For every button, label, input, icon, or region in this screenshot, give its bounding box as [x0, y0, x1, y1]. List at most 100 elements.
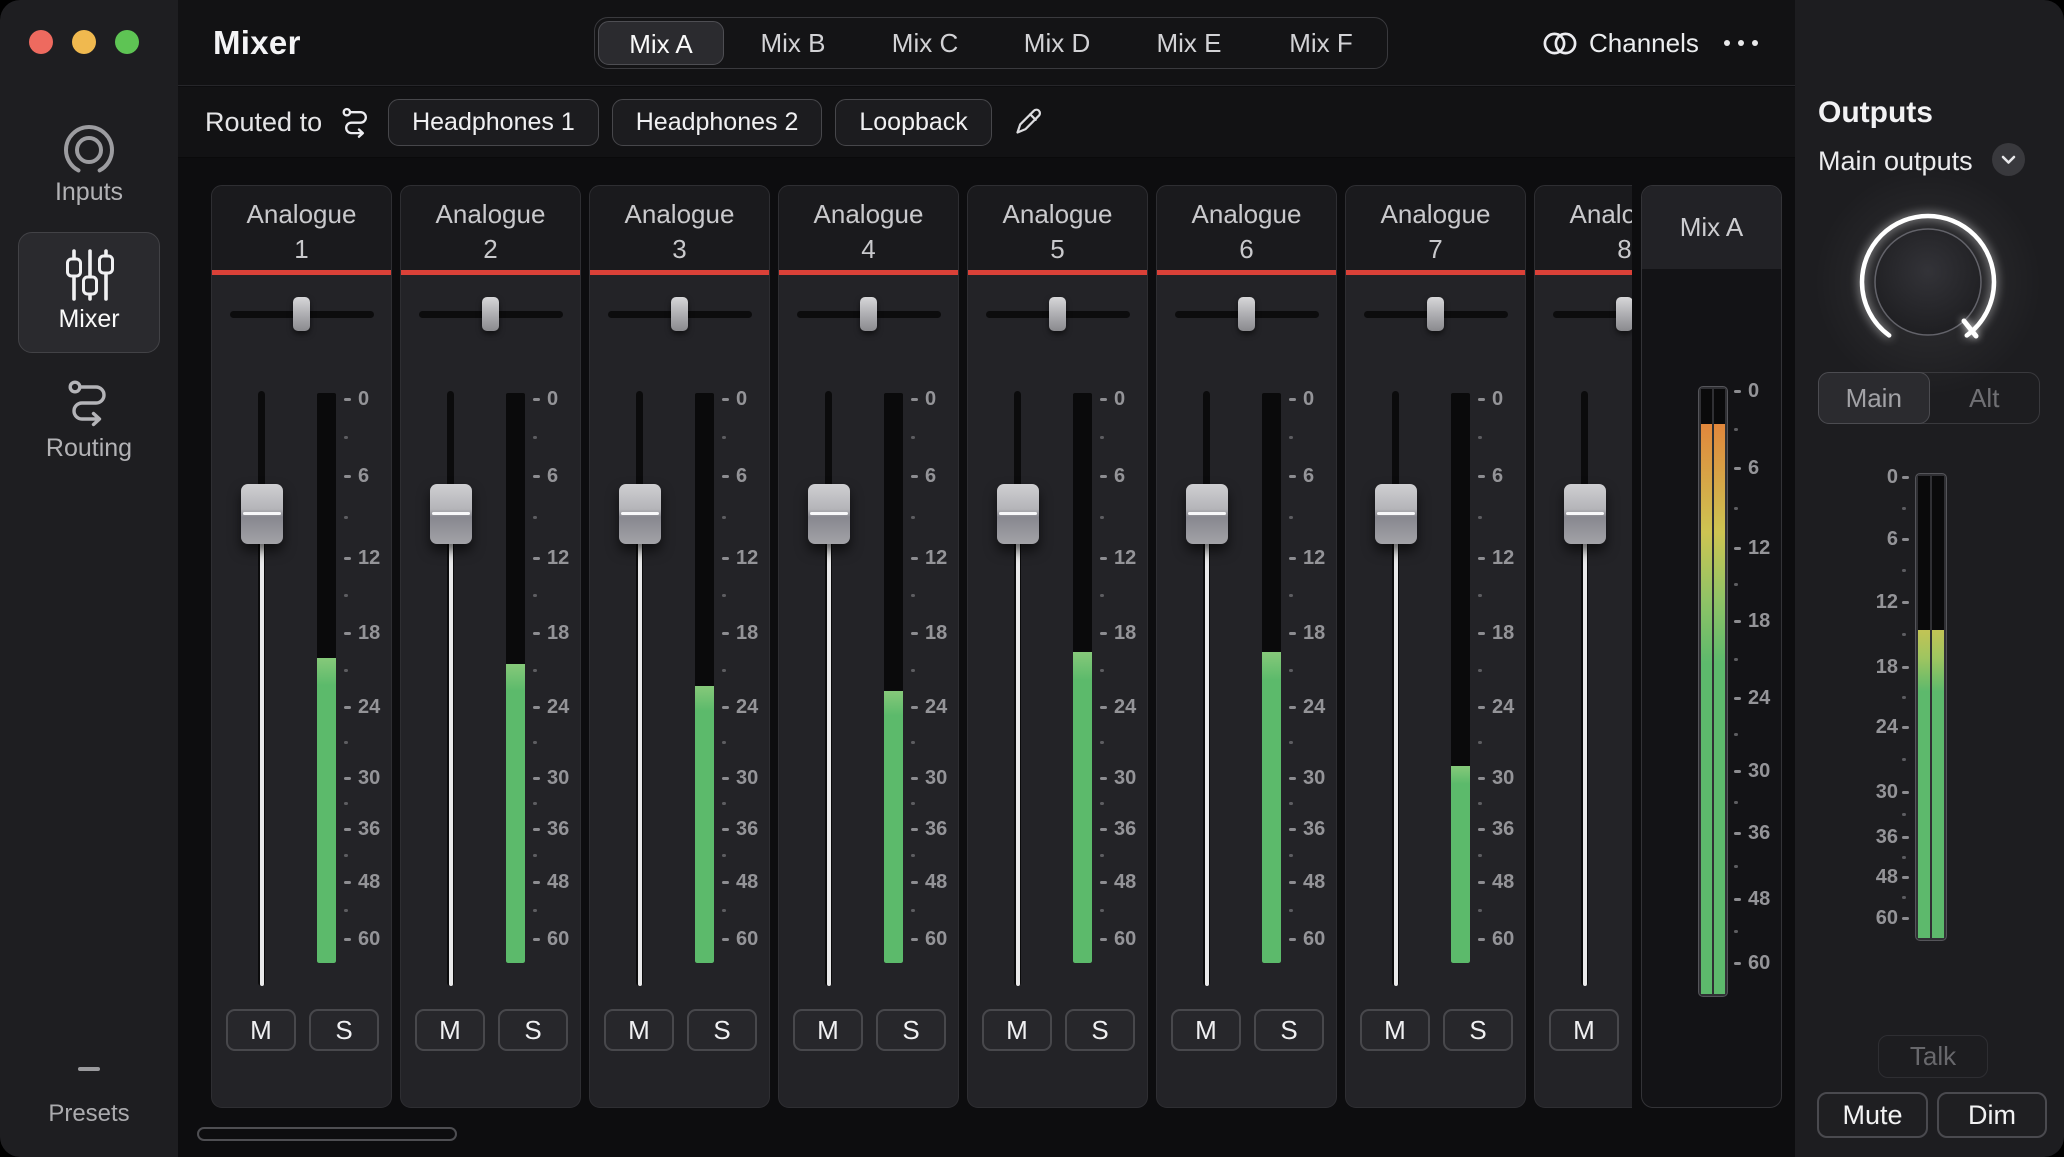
talk-button[interactable]: Talk: [1878, 1035, 1988, 1078]
meter-tick: [1289, 828, 1296, 831]
meter-tick: [1902, 666, 1909, 669]
more-menu-icon[interactable]: [1724, 40, 1758, 46]
pan-slider-thumb[interactable]: [1427, 297, 1444, 331]
fader-thumb[interactable]: [241, 484, 283, 544]
solo-button[interactable]: S: [1443, 1009, 1513, 1051]
channel-color-indicator: [1535, 270, 1632, 275]
meter-tick-label: 36: [1303, 818, 1325, 840]
meter-tick-label: 18: [736, 622, 758, 644]
meter-minor-tick: [1734, 658, 1738, 661]
fader-thumb[interactable]: [1564, 484, 1606, 544]
meter-tick-label: 30: [925, 767, 947, 789]
mute-button[interactable]: M: [1549, 1009, 1619, 1051]
meter-minor-tick: [1734, 865, 1738, 868]
horizontal-scrollbar[interactable]: [197, 1127, 457, 1141]
meter-tick: [1902, 836, 1909, 839]
tab-mix-c[interactable]: Mix C: [859, 18, 991, 68]
sidebar-item-routing[interactable]: Routing: [0, 434, 178, 463]
alt-output-button[interactable]: Alt: [1930, 373, 2040, 423]
tab-mix-f[interactable]: Mix F: [1255, 18, 1387, 68]
meter-minor-tick: [1478, 909, 1482, 912]
channels-toggle[interactable]: Channels: [1542, 0, 1699, 86]
meter-tick-label: 48: [1748, 888, 1770, 910]
channel-color-indicator: [1346, 270, 1525, 275]
channel-strip-1: Analogue 1 0612182430364860 M S: [211, 185, 392, 1108]
edit-routing-button[interactable]: [1014, 108, 1042, 136]
mute-button[interactable]: M: [982, 1009, 1052, 1051]
sidebar-item-presets[interactable]: Presets: [0, 1100, 178, 1128]
pencil-icon: [1014, 108, 1042, 136]
solo-button[interactable]: S: [876, 1009, 946, 1051]
pan-slider-thumb[interactable]: [482, 297, 499, 331]
meter-tick: [1289, 475, 1296, 478]
sidebar-item-inputs[interactable]: Inputs: [0, 178, 178, 207]
pan-slider-thumb[interactable]: [671, 297, 688, 331]
fader-thumb[interactable]: [1186, 484, 1228, 544]
routing-icon[interactable]: [65, 376, 113, 428]
pan-slider-thumb[interactable]: [293, 297, 310, 331]
mute-button[interactable]: M: [226, 1009, 296, 1051]
solo-button[interactable]: S: [498, 1009, 568, 1051]
output-selector-button[interactable]: [1992, 143, 2025, 176]
meter-tick-label: 24: [358, 696, 380, 718]
minimize-button[interactable]: [72, 30, 96, 54]
dim-output-button[interactable]: Dim: [1937, 1092, 2047, 1138]
meter-tick: [1478, 881, 1485, 884]
meter-tick: [533, 706, 540, 709]
routed-chip-loopback[interactable]: Loopback: [835, 99, 991, 146]
mute-button[interactable]: M: [1171, 1009, 1241, 1051]
solo-button[interactable]: S: [1254, 1009, 1324, 1051]
channel-level-meter: [317, 393, 336, 963]
channel-header: Analogue 7: [1346, 186, 1525, 270]
tab-mix-e[interactable]: Mix E: [1123, 18, 1255, 68]
meter-minor-tick: [722, 854, 726, 857]
main-output-button[interactable]: Main: [1818, 372, 1930, 424]
tab-mix-a[interactable]: Mix A: [598, 21, 724, 65]
routed-chip-headphones-2[interactable]: Headphones 2: [612, 99, 823, 146]
meter-tick-label: 18: [1492, 622, 1514, 644]
meter-tick-label: 48: [547, 871, 569, 893]
mute-button[interactable]: M: [793, 1009, 863, 1051]
routed-chip-headphones-1[interactable]: Headphones 1: [388, 99, 599, 146]
fader-thumb[interactable]: [619, 484, 661, 544]
outputs-title: Outputs: [1818, 96, 1933, 130]
fader-thumb[interactable]: [997, 484, 1039, 544]
pan-slider-thumb[interactable]: [1238, 297, 1255, 331]
meter-tick: [1734, 770, 1741, 773]
pan-slider-thumb[interactable]: [1049, 297, 1066, 331]
meter-tick: [533, 777, 540, 780]
channel-level-meter-fill: [884, 691, 903, 963]
tab-mix-d[interactable]: Mix D: [991, 18, 1123, 68]
sidebar-item-mixer[interactable]: Mixer: [18, 232, 160, 353]
mute-button[interactable]: M: [604, 1009, 674, 1051]
meter-tick-label: 6: [736, 465, 747, 487]
channel-level-meter: [506, 393, 525, 963]
meter-minor-tick: [1100, 909, 1104, 912]
meter-minor-tick: [1902, 633, 1906, 636]
meter-minor-tick: [344, 516, 348, 519]
fader-thumb[interactable]: [1375, 484, 1417, 544]
solo-button[interactable]: S: [1065, 1009, 1135, 1051]
mute-output-button[interactable]: Mute: [1817, 1092, 1928, 1138]
meter-minor-tick: [533, 516, 537, 519]
master-meter-right: [1714, 389, 1725, 994]
mix-tabs: Mix AMix BMix CMix DMix EMix F: [594, 17, 1388, 69]
close-button[interactable]: [29, 30, 53, 54]
output-volume-knob[interactable]: [1848, 202, 2008, 362]
window-controls: [29, 30, 139, 54]
zoom-button[interactable]: [115, 30, 139, 54]
inputs-icon[interactable]: [59, 122, 119, 182]
fader-thumb[interactable]: [808, 484, 850, 544]
solo-button[interactable]: S: [309, 1009, 379, 1051]
pan-slider-thumb[interactable]: [860, 297, 877, 331]
meter-tick-label: 48: [1838, 866, 1898, 888]
pan-slider-thumb[interactable]: [1616, 297, 1632, 331]
meter-tick-label: 36: [1838, 826, 1898, 848]
fader-thumb[interactable]: [430, 484, 472, 544]
solo-button[interactable]: S: [687, 1009, 757, 1051]
meter-tick: [1100, 828, 1107, 831]
mute-button[interactable]: M: [415, 1009, 485, 1051]
meter-tick-label: 6: [1748, 457, 1759, 479]
tab-mix-b[interactable]: Mix B: [727, 18, 859, 68]
mute-button[interactable]: M: [1360, 1009, 1430, 1051]
